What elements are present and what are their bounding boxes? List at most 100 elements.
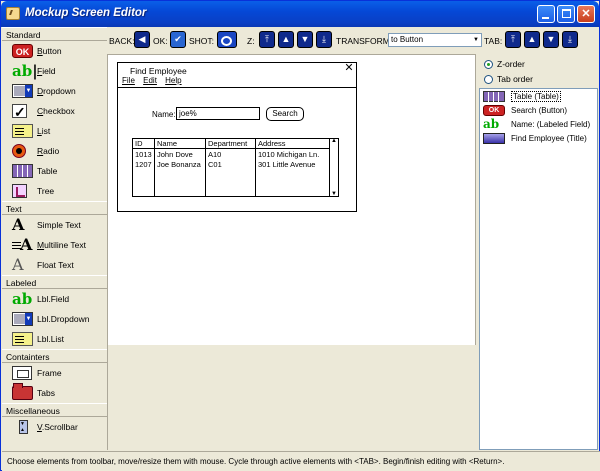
palette-float-text[interactable]: A Float Text <box>2 255 107 275</box>
tab-up-button[interactable]: ▲ <box>524 31 540 48</box>
arrow-down-icon: ▼ <box>300 34 310 44</box>
palette-label: ist <box>41 126 51 136</box>
transform-value: to Button <box>391 35 424 44</box>
palette-button[interactable]: OK Button <box>2 41 107 61</box>
palette-multiline-text[interactable]: A Multiline Text <box>2 235 107 255</box>
window-title: Mockup Screen Editor <box>25 7 147 19</box>
close-icon[interactable]: ✕ <box>343 63 355 75</box>
palette-tree[interactable]: Tree <box>2 181 107 201</box>
mock-title[interactable]: Find Employee <box>130 66 187 76</box>
app-window: Mockup Screen Editor ✕ Standard OK Button… <box>0 0 600 471</box>
tabs-icon <box>12 383 33 400</box>
column-divider <box>255 139 256 196</box>
frame-icon <box>12 366 32 380</box>
close-icon: ✕ <box>581 8 591 20</box>
arrow-to-bottom-icon: ⤓ <box>322 34 326 44</box>
minimize-icon <box>542 17 549 19</box>
palette-field[interactable]: ab| Field <box>2 61 107 81</box>
table-header-cell: Department <box>208 139 248 148</box>
tab-down-button[interactable]: ▼ <box>543 31 559 48</box>
table-cell: 1207 <box>135 160 152 169</box>
palette-label: adio <box>43 146 60 156</box>
table-scrollbar[interactable] <box>329 138 338 197</box>
order-item-table[interactable]: Table (Table) <box>483 91 561 104</box>
palette-label: Table <box>37 166 58 176</box>
palette-frame[interactable]: Frame <box>2 363 107 383</box>
button-icon: OK <box>483 105 505 116</box>
table-cell: C01 <box>208 160 222 169</box>
mock-name-field[interactable]: joe% <box>176 107 260 120</box>
table-icon <box>12 164 33 178</box>
palette-labeled-dropdown[interactable]: Lbl.Dropdown <box>2 309 107 329</box>
palette-dropdown[interactable]: Dropdown <box>2 81 107 101</box>
z-down-button[interactable]: ▼ <box>297 31 313 48</box>
ok-button[interactable]: ✔ <box>170 31 186 48</box>
palette-labeled-list[interactable]: Lbl.List <box>2 329 107 349</box>
z-up-button[interactable]: ▲ <box>278 31 294 48</box>
column-divider <box>205 139 206 196</box>
back-button[interactable]: ◀ <box>134 31 150 48</box>
palette-vertical-scrollbar[interactable]: V.Scrollbar <box>2 414 107 440</box>
palette-labeled-field[interactable]: ab Lbl.Field <box>2 289 107 309</box>
arrow-to-bottom-icon: ⤓ <box>568 34 572 44</box>
maximize-button[interactable] <box>557 5 575 23</box>
mock-menu-edit[interactable]: Edit <box>143 76 157 85</box>
palette-list[interactable]: List <box>2 121 107 141</box>
canvas-margin <box>108 345 477 451</box>
section-standard: Standard <box>2 27 107 41</box>
z-label: Z: <box>247 36 255 46</box>
z-order-radio[interactable]: Z-order <box>484 58 525 70</box>
tab-order-radio[interactable]: Tab order <box>484 73 533 85</box>
z-to-top-button[interactable]: ⤒ <box>259 31 275 48</box>
vertical-scrollbar-icon <box>19 414 28 440</box>
mock-employee-table[interactable]: ID Name Department Address 1013 John Dov… <box>132 138 339 197</box>
order-item-label: Table (Table) <box>511 91 561 102</box>
order-item-search-button[interactable]: OK Search (Button) <box>483 105 567 117</box>
mock-menu-bar: File Edit Help <box>122 76 186 85</box>
close-button[interactable]: ✕ <box>577 5 595 23</box>
shot-label: SHOT: <box>189 36 215 46</box>
z-to-bottom-button[interactable]: ⤓ <box>316 31 332 48</box>
screenshot-button[interactable]: o <box>217 31 237 48</box>
palette-label: Tree <box>37 186 55 196</box>
mock-window-find-employee[interactable]: Find Employee ✕ File Edit Help Name: joe… <box>117 62 357 212</box>
tab-to-bottom-button[interactable]: ⤓ <box>562 31 578 48</box>
tab-label: TAB: <box>484 36 503 46</box>
menu-divider <box>118 87 356 88</box>
tab-to-top-button[interactable]: ⤒ <box>505 31 521 48</box>
design-canvas[interactable]: Find Employee ✕ File Edit Help Name: joe… <box>107 54 477 451</box>
toolbar: BACK: ◀ OK: ✔ SHOT: o Z: ⤒ ▲ ▼ ⤓ TRANSFO… <box>107 27 599 54</box>
palette-label: Lbl.List <box>37 334 64 344</box>
arrow-left-icon: ◀ <box>138 34 146 44</box>
palette-checkbox[interactable]: Checkbox <box>2 101 107 122</box>
order-item-label: Name: (Labeled Field) <box>511 120 591 129</box>
order-item-label: Find Employee (Title) <box>511 134 587 143</box>
minimize-button[interactable] <box>537 5 555 23</box>
palette-label: ropdown <box>43 86 76 96</box>
transform-select[interactable]: to Button ▼ <box>388 33 482 47</box>
palette-radio[interactable]: Radio <box>2 141 107 161</box>
list-icon <box>12 124 33 138</box>
palette-label: Lbl.Dropdown <box>37 314 90 324</box>
order-item-title[interactable]: Find Employee (Title) <box>483 133 587 145</box>
table-cell: A10 <box>208 150 222 159</box>
field-icon: ab| <box>12 62 38 80</box>
table-cell: John Dove <box>157 150 193 159</box>
z-order-label: Z-order <box>497 59 525 69</box>
mock-menu-file[interactable]: File <box>122 76 135 85</box>
title-bar[interactable]: Mockup Screen Editor ✕ <box>1 1 599 27</box>
palette-label: Lbl.Field <box>37 294 70 304</box>
palette-label: Tabs <box>37 388 55 398</box>
palette-table[interactable]: Table <box>2 161 107 181</box>
order-item-name-field[interactable]: ab Name: (Labeled Field) <box>483 118 591 131</box>
palette-label: Float Text <box>37 260 74 270</box>
mock-search-button[interactable]: Search <box>266 107 304 121</box>
mock-menu-help[interactable]: Help <box>165 76 181 85</box>
multiline-text-icon: A <box>12 237 33 253</box>
palette-tabs[interactable]: Tabs <box>2 383 107 403</box>
radio-selected-icon <box>484 60 493 69</box>
mock-name-label[interactable]: Name: <box>152 110 176 119</box>
element-order-list[interactable]: Table (Table) OK Search (Button) ab Name… <box>479 88 598 450</box>
maximize-icon <box>562 9 571 18</box>
palette-simple-text[interactable]: A Simple Text <box>2 215 107 235</box>
